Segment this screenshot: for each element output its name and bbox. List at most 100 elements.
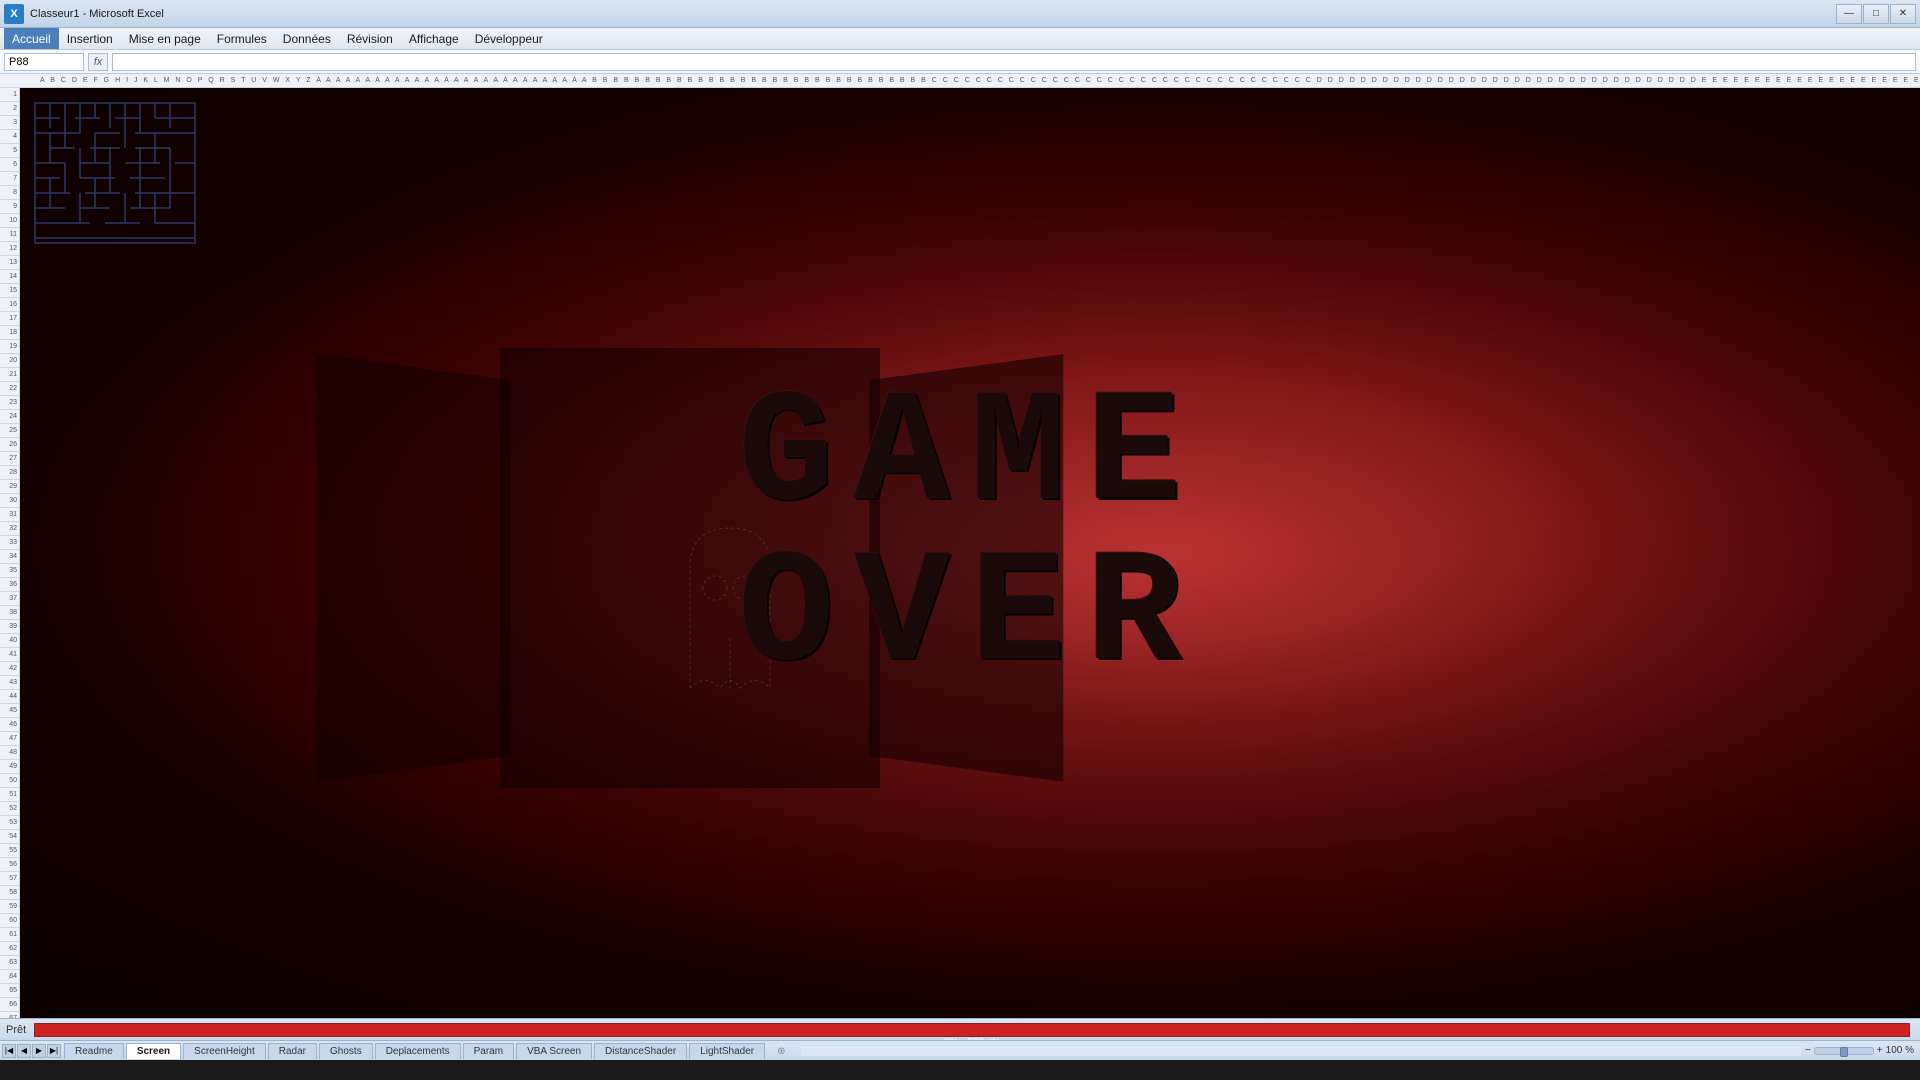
game-text: GAME <box>738 377 1202 537</box>
spreadsheet-area: 1 2 3 4 5 6 7 8 9 10 11 12 13 14 15 16 1… <box>0 88 1920 1018</box>
row-15: 15 <box>0 284 19 298</box>
row-59: 59 <box>0 900 19 914</box>
menu-insertion[interactable]: Insertion <box>59 28 121 49</box>
next-sheet-button[interactable]: ▶ <box>32 1044 46 1058</box>
row-54: 54 <box>0 830 19 844</box>
menu-formules[interactable]: Formules <box>209 28 275 49</box>
tab-readme[interactable]: Readme <box>64 1043 124 1059</box>
menu-donnees[interactable]: Données <box>275 28 339 49</box>
row-23: 23 <box>0 396 19 410</box>
row-16: 16 <box>0 298 19 312</box>
maximize-button[interactable]: □ <box>1863 4 1889 24</box>
row-51: 51 <box>0 788 19 802</box>
bottom-bar: |◀ ◀ ▶ ▶| Readme Screen ScreenHeight Rad… <box>0 1040 1920 1060</box>
zoom-controls: − + 100 % <box>1805 1045 1920 1056</box>
row-40: 40 <box>0 634 19 648</box>
row-64: 64 <box>0 970 19 984</box>
row-22: 22 <box>0 382 19 396</box>
row-55: 55 <box>0 844 19 858</box>
title-text: Classeur1 - Microsoft Excel <box>30 8 1836 20</box>
title-bar: X Classeur1 - Microsoft Excel — □ ✕ <box>0 0 1920 28</box>
menu-accueil[interactable]: Accueil <box>4 28 59 49</box>
row-50: 50 <box>0 774 19 788</box>
row-1: 1 <box>0 88 19 102</box>
maze-svg <box>30 98 200 248</box>
tab-light-shader[interactable]: LightShader <box>689 1043 765 1059</box>
row-46: 46 <box>0 718 19 732</box>
window-controls: — □ ✕ <box>1836 4 1916 24</box>
row-17: 17 <box>0 312 19 326</box>
tab-screen[interactable]: Screen <box>126 1043 181 1059</box>
tab-screenheight[interactable]: ScreenHeight <box>183 1043 266 1059</box>
sheet-navigation: |◀ ◀ ▶ ▶| <box>0 1044 64 1058</box>
row-31: 31 <box>0 508 19 522</box>
row-numbers: 1 2 3 4 5 6 7 8 9 10 11 12 13 14 15 16 1… <box>0 88 20 1018</box>
row-13: 13 <box>0 256 19 270</box>
zoom-in-icon[interactable]: + <box>1877 1045 1883 1056</box>
tab-vba-screen[interactable]: VBA Screen <box>516 1043 592 1059</box>
row-60: 60 <box>0 914 19 928</box>
row-49: 49 <box>0 760 19 774</box>
row-24: 24 <box>0 410 19 424</box>
row-26: 26 <box>0 438 19 452</box>
progress-bar: 0% - 838 pts <box>34 1023 1910 1037</box>
row-9: 9 <box>0 200 19 214</box>
last-sheet-button[interactable]: ▶| <box>47 1044 61 1058</box>
row-63: 63 <box>0 956 19 970</box>
row-62: 62 <box>0 942 19 956</box>
row-41: 41 <box>0 648 19 662</box>
zoom-slider[interactable] <box>1814 1047 1874 1055</box>
row-34: 34 <box>0 550 19 564</box>
game-over-display: GAME OVER <box>738 377 1202 697</box>
menu-bar: Accueil Insertion Mise en page Formules … <box>0 28 1920 50</box>
row-10: 10 <box>0 214 19 228</box>
sheet-tabs: Readme Screen ScreenHeight Radar Ghosts … <box>64 1043 797 1059</box>
tab-distance-shader[interactable]: DistanceShader <box>594 1043 687 1059</box>
row-18: 18 <box>0 326 19 340</box>
menu-revision[interactable]: Révision <box>339 28 401 49</box>
row-56: 56 <box>0 858 19 872</box>
row-25: 25 <box>0 424 19 438</box>
row-57: 57 <box>0 872 19 886</box>
row-48: 48 <box>0 746 19 760</box>
row-28: 28 <box>0 466 19 480</box>
row-36: 36 <box>0 578 19 592</box>
tab-extra: ⊕ <box>767 1044 795 1059</box>
row-35: 35 <box>0 564 19 578</box>
row-14: 14 <box>0 270 19 284</box>
zoom-out-icon[interactable]: − <box>1805 1045 1811 1056</box>
column-headers: A B C D E F G H I J K L M N O P Q R S T … <box>0 74 1920 88</box>
close-button[interactable]: ✕ <box>1890 4 1916 24</box>
row-29: 29 <box>0 480 19 494</box>
row-7: 7 <box>0 172 19 186</box>
formula-input[interactable] <box>112 53 1916 71</box>
row-27: 27 <box>0 452 19 466</box>
tab-deplacements[interactable]: Deplacements <box>375 1043 461 1059</box>
tab-ghosts[interactable]: Ghosts <box>319 1043 373 1059</box>
prev-sheet-button[interactable]: ◀ <box>17 1044 31 1058</box>
menu-mise-en-page[interactable]: Mise en page <box>121 28 209 49</box>
over-text: OVER <box>738 537 1202 697</box>
row-32: 32 <box>0 522 19 536</box>
cell-reference-input[interactable] <box>4 53 84 71</box>
row-19: 19 <box>0 340 19 354</box>
row-3: 3 <box>0 116 19 130</box>
maze-display <box>30 98 200 248</box>
row-21: 21 <box>0 368 19 382</box>
app-icon: X <box>4 4 24 24</box>
row-5: 5 <box>0 144 19 158</box>
row-61: 61 <box>0 928 19 942</box>
zoom-level: 100 % <box>1886 1045 1914 1056</box>
minimize-button[interactable]: — <box>1836 4 1862 24</box>
row-53: 53 <box>0 816 19 830</box>
row-45: 45 <box>0 704 19 718</box>
tab-param[interactable]: Param <box>463 1043 514 1059</box>
tab-radar[interactable]: Radar <box>268 1043 317 1059</box>
row-2: 2 <box>0 102 19 116</box>
cell-area[interactable]: GAME OVER <box>20 88 1920 1018</box>
row-52: 52 <box>0 802 19 816</box>
menu-developpeur[interactable]: Développeur <box>467 28 551 49</box>
row-20: 20 <box>0 354 19 368</box>
first-sheet-button[interactable]: |◀ <box>2 1044 16 1058</box>
menu-affichage[interactable]: Affichage <box>401 28 467 49</box>
